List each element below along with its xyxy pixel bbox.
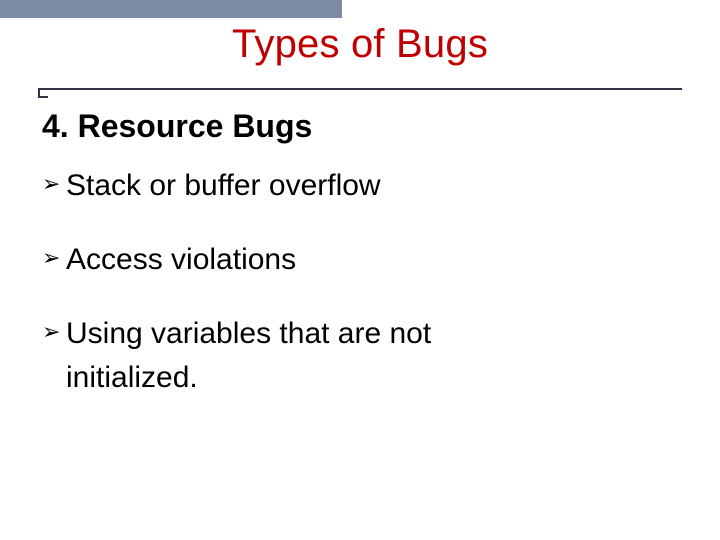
arrow-bullet-icon: ➢: [42, 164, 66, 202]
bullet-list: ➢ Stack or buffer overflow ➢ Access viol…: [42, 164, 690, 430]
list-item: ➢ Access violations: [42, 238, 690, 282]
horizontal-rule: [38, 88, 682, 90]
slide: Types of Bugs 4. Resource Bugs ➢ Stack o…: [0, 0, 720, 540]
arrow-bullet-icon: ➢: [42, 312, 66, 350]
list-item-text: Stack or buffer overflow: [66, 164, 690, 208]
list-item-line1: Using variables that are not: [66, 312, 690, 356]
arrow-bullet-icon: ➢: [42, 238, 66, 276]
decorative-top-bar: [0, 0, 342, 18]
list-item-text: Access violations: [66, 238, 690, 282]
corner-decoration-icon: [38, 88, 48, 98]
list-item: ➢ Stack or buffer overflow: [42, 164, 690, 208]
section-heading: 4. Resource Bugs: [42, 108, 312, 145]
list-item-text: Using variables that are not initialized…: [66, 312, 690, 400]
list-item-line2: initialized.: [66, 356, 690, 400]
list-item: ➢ Using variables that are not initializ…: [42, 312, 690, 400]
slide-title: Types of Bugs: [0, 22, 720, 67]
